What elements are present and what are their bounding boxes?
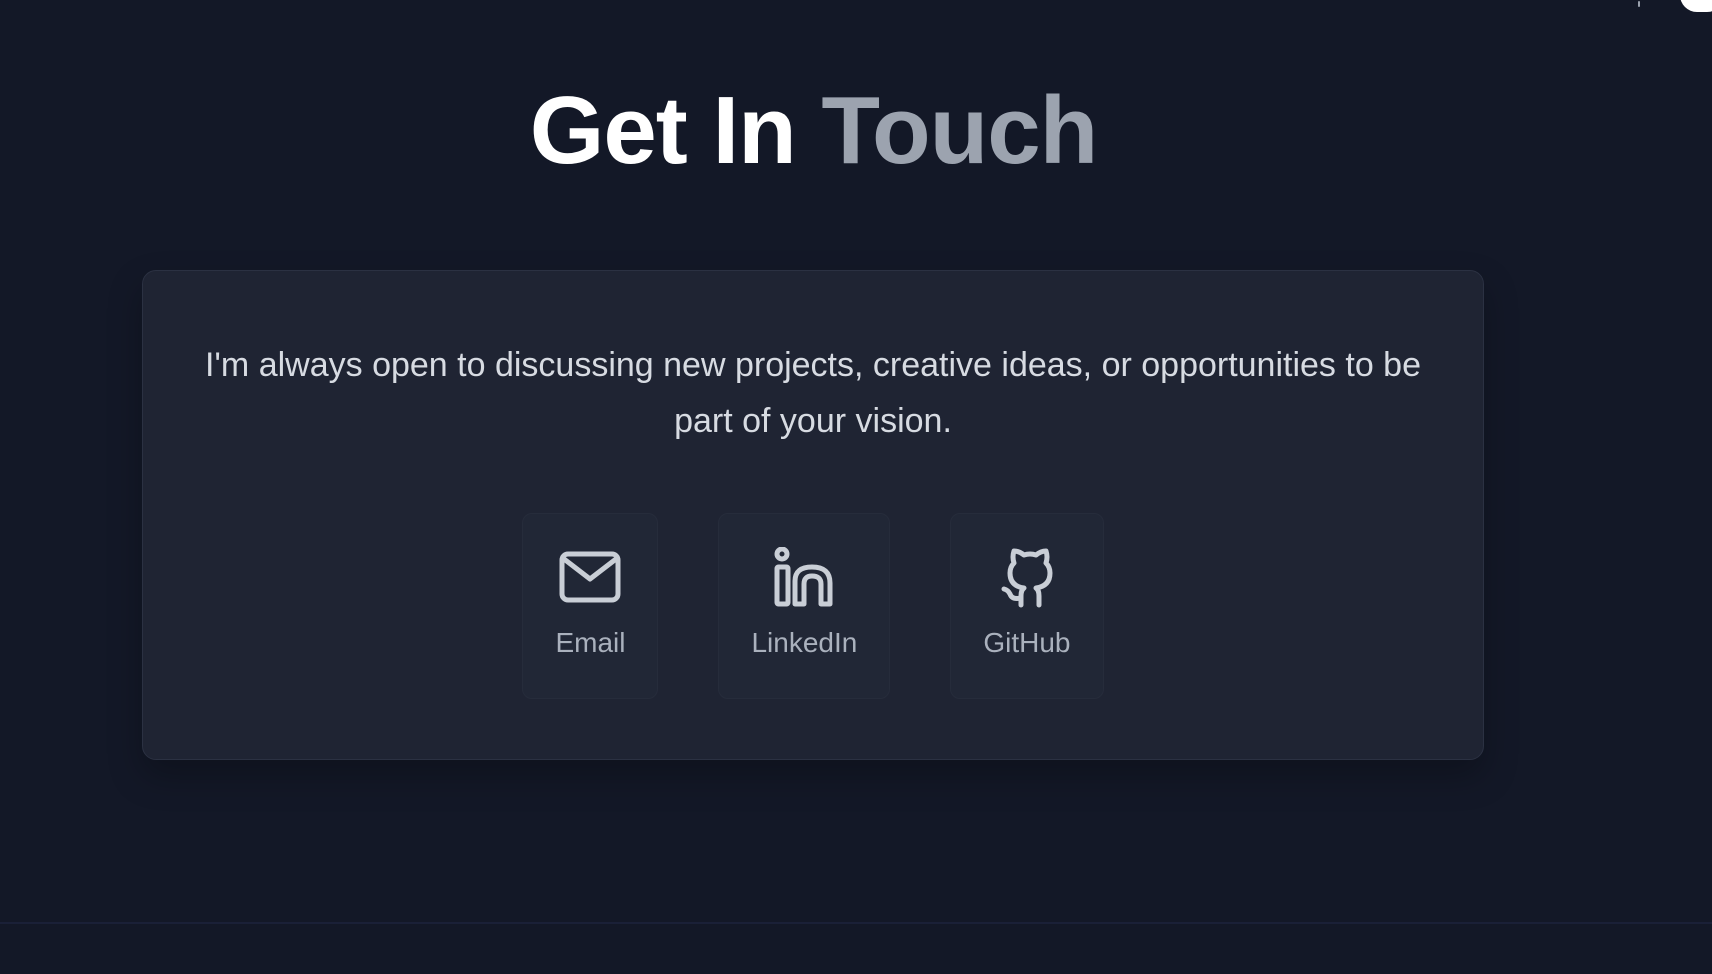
github-link[interactable]: GitHub [950, 513, 1104, 699]
linkedin-label: LinkedIn [751, 627, 858, 658]
theme-toggle[interactable] [1680, 0, 1712, 12]
footer-divider [0, 922, 1712, 924]
sun-icon [1628, 0, 1650, 10]
contact-links: Email LinkedIn GitHub [143, 513, 1483, 699]
contact-card: I'm always open to discussing new projec… [142, 270, 1484, 760]
email-label: Email [555, 627, 626, 658]
linkedin-link[interactable]: LinkedIn [718, 513, 891, 699]
mail-icon [559, 546, 621, 608]
linkedin-icon [773, 546, 835, 608]
title-part-1: Get In [529, 77, 822, 184]
github-label: GitHub [983, 627, 1071, 658]
contact-description: I'm always open to discussing new projec… [204, 346, 1421, 440]
page-title: Get In Touch [0, 78, 1627, 184]
github-icon [996, 546, 1058, 608]
title-part-2: Touch [821, 77, 1098, 184]
email-link[interactable]: Email [522, 513, 659, 699]
